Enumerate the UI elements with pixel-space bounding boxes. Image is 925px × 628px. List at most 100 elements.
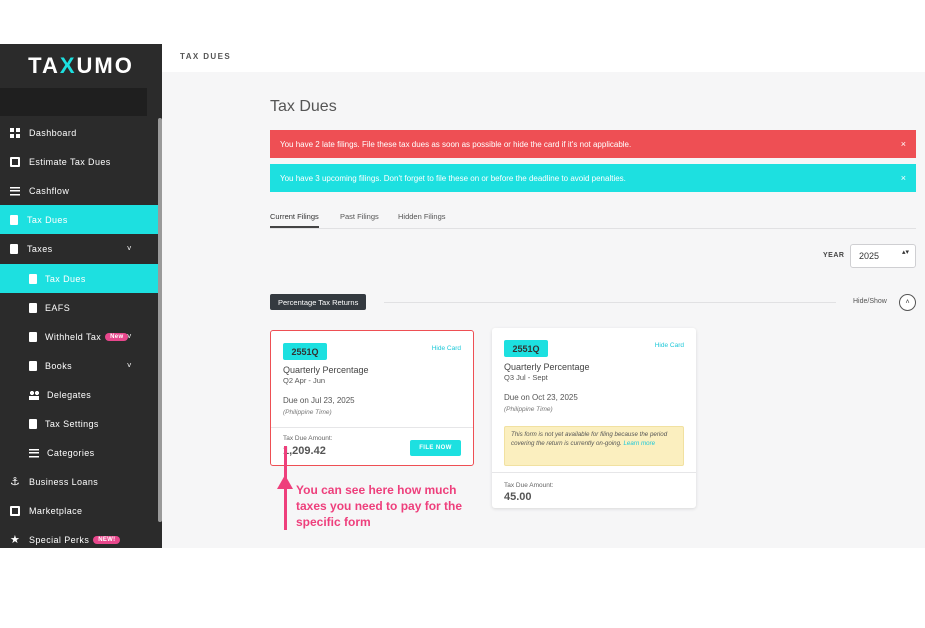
timezone-note: (Philippine Time)	[504, 406, 553, 413]
sidebar-item-label: Delegates	[47, 389, 92, 400]
due-date: Due on Jul 23, 2025	[283, 396, 355, 405]
section-title: Percentage Tax Returns	[270, 294, 367, 310]
filings-tabs: Current Filings Past Filings Hidden Fili…	[270, 212, 916, 229]
card-divider	[492, 472, 696, 473]
logo-text-left: TA	[28, 53, 60, 78]
list-icon	[29, 447, 39, 458]
sidebar-item-cashflow[interactable]: Cashflow	[0, 176, 158, 205]
timezone-note: (Philippine Time)	[283, 409, 332, 416]
close-icon[interactable]: ×	[901, 139, 906, 149]
year-select[interactable]: 2025 ▴▾	[850, 244, 916, 268]
document-icon	[10, 243, 18, 254]
sidebar-item-label: Tax Dues	[27, 214, 68, 225]
sidebar-item-business-loans[interactable]: ⚓ Business Loans	[0, 467, 158, 496]
document-icon	[29, 302, 37, 313]
tab-past-filings[interactable]: Past Filings	[340, 212, 379, 228]
sidebar-item-dashboard[interactable]: Dashboard	[0, 118, 158, 147]
sidebar-item-label: Categories	[47, 447, 95, 458]
sidebar-subitem-tax-dues[interactable]: Tax Dues	[0, 264, 158, 293]
card-title: Quarterly Percentage	[504, 362, 590, 372]
close-icon[interactable]: ×	[901, 173, 906, 183]
star-icon: ★	[10, 533, 21, 546]
tax-due-amount: 45.00	[504, 491, 532, 503]
hide-card-link[interactable]: Hide Card	[432, 345, 461, 352]
money-icon	[10, 185, 20, 196]
book-icon	[29, 360, 37, 371]
app-frame: TA X UMO Dashboard Estimate Tax Dues Cashf…	[0, 44, 925, 548]
alert-text: You have 2 late filings. File these tax …	[280, 139, 632, 149]
tab-current-filings[interactable]: Current Filings	[270, 212, 319, 228]
logo-text-right: UMO	[76, 53, 134, 78]
sidebar-item-estimate-tax-dues[interactable]: Estimate Tax Dues	[0, 147, 158, 176]
chevron-down-icon[interactable]: ˅	[127, 332, 132, 341]
logo[interactable]: TA X UMO	[0, 44, 162, 88]
sidebar-subitem-categories[interactable]: Categories	[0, 438, 158, 467]
hide-card-link[interactable]: Hide Card	[655, 342, 684, 349]
calculator-icon	[10, 156, 20, 167]
sidebar-item-label: Dashboard	[29, 127, 77, 138]
document-icon	[10, 214, 18, 225]
chevron-down-icon[interactable]: ˅	[127, 361, 132, 370]
chevron-down-icon[interactable]: ˅	[127, 244, 132, 253]
annotation-arrow-head	[277, 475, 293, 489]
form-tag: 2551Q	[283, 343, 327, 360]
file-now-button[interactable]: FILE NOW	[410, 440, 461, 456]
card-period: Q2 Apr - Jun	[283, 376, 326, 385]
sidebar-subitem-withheld-tax[interactable]: Withheld Tax New ˅	[0, 322, 158, 351]
section-divider	[384, 302, 836, 303]
sidebar-subitem-books[interactable]: Books ˅	[0, 351, 158, 380]
alert-text: You have 3 upcoming filings. Don't forge…	[280, 173, 626, 183]
tax-due-card: 2551Q Hide Card Quarterly Percentage Q3 …	[492, 328, 696, 508]
sidebar-item-label: Business Loans	[29, 476, 99, 487]
chevron-up-icon[interactable]: ˄	[899, 294, 916, 311]
sidebar-item-label: EAFS	[45, 302, 71, 313]
hide-show-label[interactable]: Hide/Show	[853, 298, 887, 305]
people-icon	[29, 389, 39, 400]
form-tag: 2551Q	[504, 340, 548, 357]
top-bar: TAX DUES	[162, 44, 925, 72]
document-icon	[29, 273, 37, 284]
page-title: Tax Dues	[270, 98, 337, 115]
learn-more-link[interactable]: Learn more	[623, 440, 655, 447]
sidebar-item-taxes[interactable]: Taxes ˅	[0, 234, 158, 263]
settings-icon	[29, 418, 37, 429]
late-filings-alert: You have 2 late filings. File these tax …	[270, 130, 916, 158]
sidebar-item-marketplace[interactable]: Marketplace	[0, 496, 158, 525]
sidebar-item-label: Cashflow	[29, 185, 70, 196]
card-divider	[271, 427, 473, 428]
sidebar-item-label: Taxes	[27, 243, 53, 254]
store-icon	[10, 505, 20, 516]
grid-icon	[10, 127, 20, 138]
new-badge: New	[105, 332, 129, 341]
account-switcher[interactable]	[0, 88, 147, 116]
card-title: Quarterly Percentage	[283, 365, 369, 375]
amount-label: Tax Due Amount:	[504, 482, 554, 489]
sidebar-item-label: Tax Dues	[45, 273, 86, 284]
sidebar-item-label: Tax Settings	[45, 418, 99, 429]
document-icon	[29, 331, 37, 342]
logo-text-accent: X	[59, 53, 77, 78]
sidebar-item-label: Special Perks	[29, 534, 90, 545]
year-value: 2025	[859, 251, 880, 261]
tax-due-card: 2551Q Hide Card Quarterly Percentage Q2 …	[270, 330, 474, 466]
select-arrows-icon: ▴▾	[901, 249, 909, 256]
sidebar-subitem-tax-settings[interactable]: Tax Settings	[0, 409, 158, 438]
not-available-notice: This form is not yet available for filin…	[504, 426, 684, 466]
breadcrumb: TAX DUES	[180, 52, 232, 61]
sidebar: TA X UMO Dashboard Estimate Tax Dues Cashf…	[0, 44, 162, 548]
sidebar-item-special-perks[interactable]: ★ Special Perks NEW!	[0, 525, 158, 548]
sidebar-item-label: Estimate Tax Dues	[29, 156, 111, 167]
tax-due-amount: 1,209.42	[283, 445, 326, 457]
sidebar-item-tax-dues[interactable]: Tax Dues	[0, 205, 158, 234]
tab-hidden-filings[interactable]: Hidden Filings	[398, 212, 446, 228]
year-label: YEAR	[823, 252, 845, 259]
sidebar-item-label: Withheld Tax	[45, 331, 102, 342]
new-badge: NEW!	[93, 535, 121, 544]
sidebar-item-label: Books	[45, 360, 73, 371]
due-date: Due on Oct 23, 2025	[504, 393, 578, 402]
card-period: Q3 Jul - Sept	[504, 373, 548, 382]
sidebar-subitem-delegates[interactable]: Delegates	[0, 380, 158, 409]
sidebar-item-label: Marketplace	[29, 505, 83, 516]
sidebar-subitem-eafs[interactable]: EAFS	[0, 293, 158, 322]
upcoming-filings-alert: You have 3 upcoming filings. Don't forge…	[270, 164, 916, 192]
